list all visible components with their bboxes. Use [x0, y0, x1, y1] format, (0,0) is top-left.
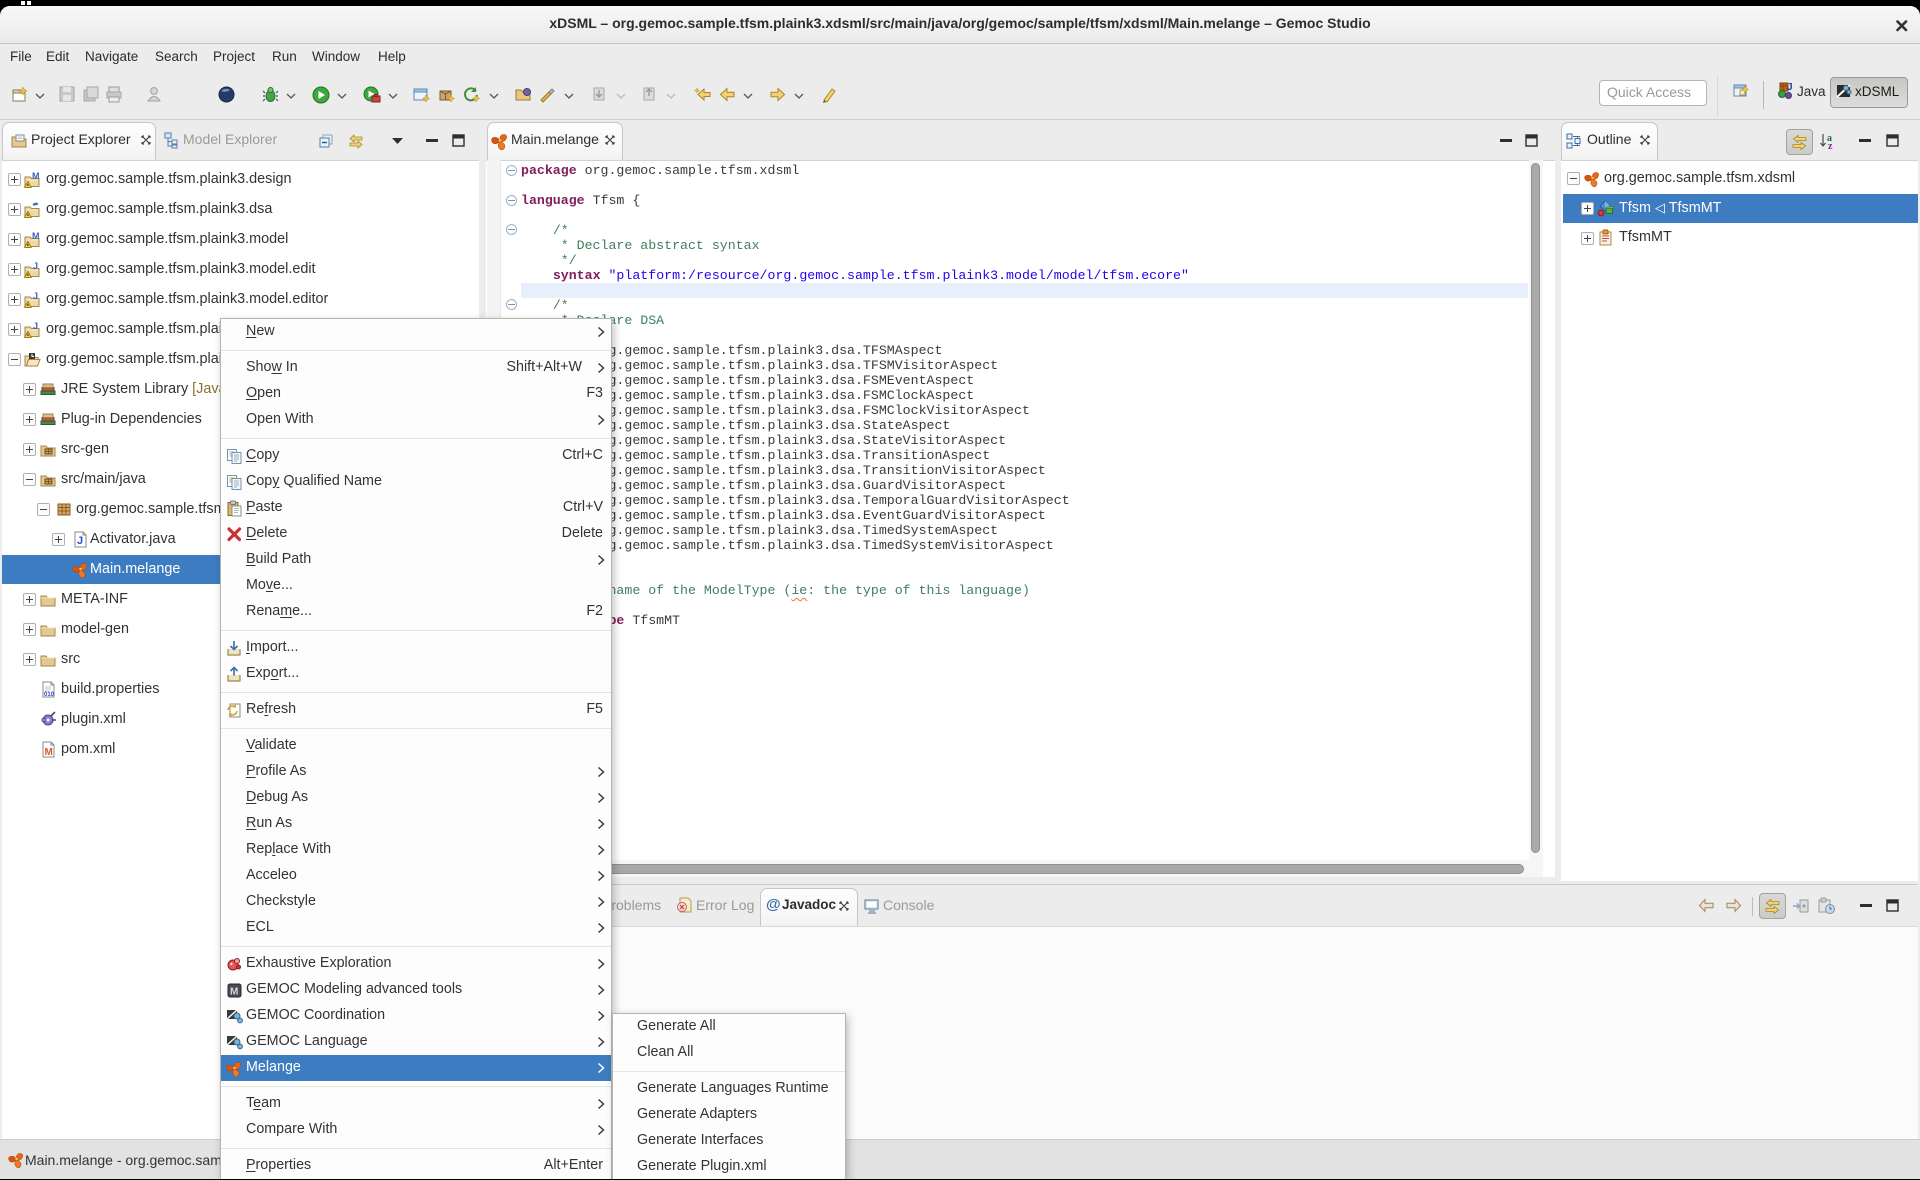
svg-text:M: M	[45, 747, 53, 758]
svg-text:010: 010	[44, 692, 55, 698]
svg-text:J: J	[33, 291, 38, 301]
svg-text:J: J	[33, 261, 38, 271]
svg-text:z: z	[1828, 141, 1833, 151]
svg-text:M: M	[230, 987, 238, 998]
svg-text:J: J	[33, 321, 38, 331]
svg-text:M: M	[32, 171, 40, 181]
svg-text:M: M	[32, 231, 40, 241]
svg-text:J: J	[77, 535, 83, 547]
svg-text:J: J	[1787, 82, 1793, 93]
